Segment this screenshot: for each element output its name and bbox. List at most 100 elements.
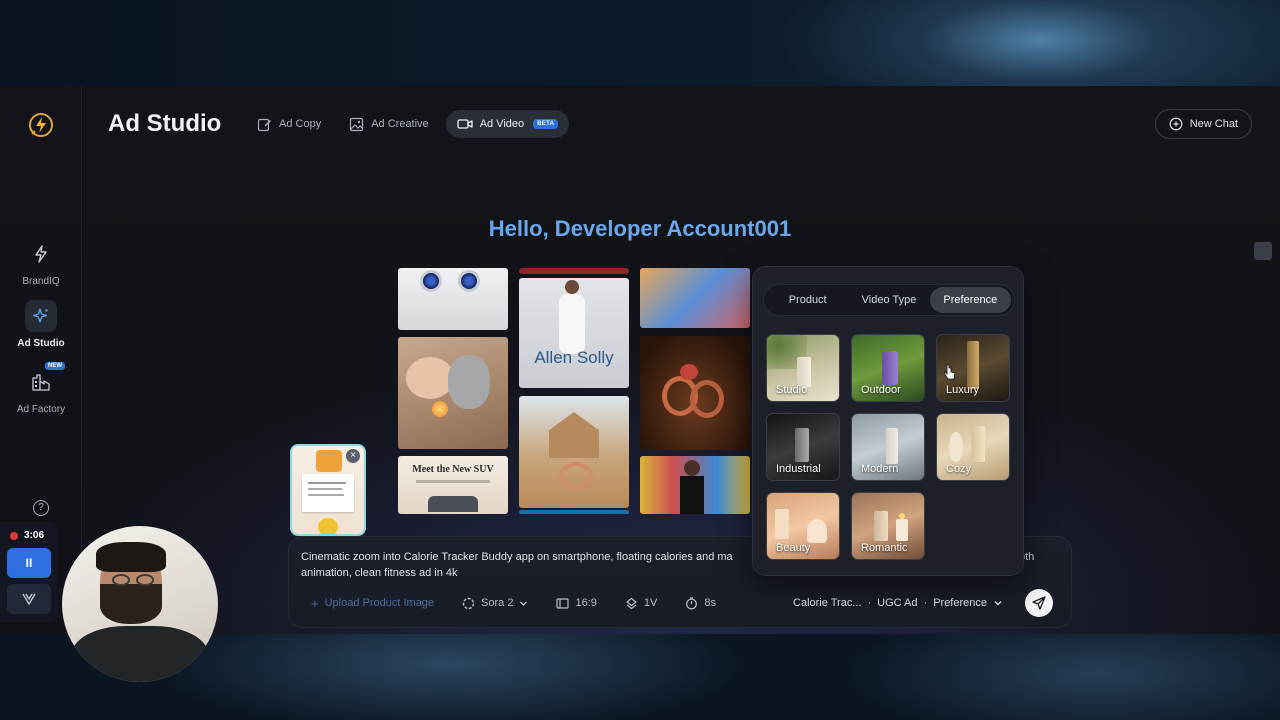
tab-label: Ad Creative — [371, 118, 429, 130]
chevron-down-icon — [994, 601, 1002, 606]
tab-label: Ad Video — [479, 118, 525, 130]
screen-recorder-widget: 3:06 II — [0, 522, 58, 622]
new-chat-button[interactable]: New Chat — [1154, 109, 1252, 139]
brand-logo-icon[interactable] — [26, 110, 56, 140]
help-icon[interactable]: ? — [33, 500, 49, 516]
video-count-label: 1V — [643, 597, 658, 609]
preference-option-industrial[interactable]: Industrial — [766, 413, 840, 481]
suv-ad-title: Meet the New SUV — [412, 464, 494, 475]
chevron-down-icon — [520, 601, 528, 606]
emoji-icon — [318, 518, 338, 534]
prompt-toolbar: + Upload Product Image Sora 2 16:9 1V 8s — [301, 589, 1059, 617]
allen-solly-brand-text: Allen Solly — [534, 348, 614, 367]
new-chat-icon — [1169, 117, 1183, 131]
gallery-tile-colorful[interactable] — [640, 268, 750, 328]
summary-video-type: UGC Ad — [877, 597, 918, 609]
uploaded-preview-card[interactable]: × — [290, 444, 366, 536]
record-dot-icon — [10, 531, 18, 540]
option-label: Studio — [776, 384, 808, 396]
preference-option-cozy[interactable]: Cozy — [936, 413, 1010, 481]
option-label: Luxury — [946, 384, 980, 396]
video-count-selector[interactable]: 1V — [615, 590, 667, 616]
tab-ad-video[interactable]: Ad Video BETA — [445, 110, 570, 138]
bolt-icon — [25, 238, 57, 270]
sidebar-item-brandiq[interactable]: BrandIQ — [0, 238, 82, 287]
duration-selector[interactable]: 8s — [675, 590, 726, 616]
popup-tab-video-type[interactable]: Video Type — [848, 287, 929, 313]
cursor-pointer-icon — [943, 364, 956, 380]
option-label: Beauty — [776, 542, 811, 554]
greeting-heading: Hello, Developer Account001 — [488, 216, 792, 241]
send-button[interactable] — [1025, 589, 1053, 617]
popup-tab-preference[interactable]: Preference — [929, 287, 1011, 313]
image-icon — [350, 117, 364, 131]
new-chat-label: New Chat — [1189, 118, 1238, 130]
stack-icon — [626, 597, 637, 609]
preference-option-modern[interactable]: Modern — [851, 413, 925, 481]
preference-popup: Product Video Type Preference Studio Out… — [752, 266, 1024, 576]
mode-tabs: Ad Copy Ad Creative Ad Video BETA — [246, 110, 570, 138]
edit-icon — [257, 118, 271, 131]
page-title: Ad Studio — [108, 110, 222, 137]
close-icon[interactable]: × — [346, 449, 360, 463]
summary-preference: Preference — [933, 597, 987, 609]
gallery-tile-rings[interactable] — [640, 336, 750, 450]
option-label: Industrial — [776, 463, 821, 475]
preference-option-beauty[interactable]: Beauty — [766, 492, 840, 560]
recording-timer: 3:06 — [10, 530, 44, 541]
model-label: Sora 2 — [481, 597, 514, 609]
envelope-icon — [316, 450, 342, 472]
aspect-ratio-label: 16:9 — [575, 597, 597, 609]
option-label: Outdoor — [861, 384, 901, 396]
collapse-icon[interactable] — [1254, 242, 1272, 260]
recorder-menu-button[interactable] — [7, 584, 51, 614]
gallery-tile-earrings[interactable] — [398, 268, 508, 330]
preference-option-studio[interactable]: Studio — [766, 334, 840, 402]
settings-summary[interactable]: Calorie Trac... · UGC Ad · Preference — [793, 589, 1059, 617]
summary-separator: · — [923, 597, 928, 609]
tab-ad-copy[interactable]: Ad Copy — [246, 110, 332, 138]
gallery-tile-suv[interactable]: Meet the New SUV — [398, 456, 508, 514]
desktop-background-top — [0, 0, 1280, 86]
sidebar-item-label: Ad Studio — [17, 338, 65, 349]
sidebar-item-ad-factory[interactable]: NEW Ad Factory — [0, 362, 82, 415]
aspect-ratio-selector[interactable]: 16:9 — [546, 590, 606, 616]
sidebar-item-ad-studio[interactable]: Ad Studio — [0, 300, 82, 349]
gallery-tile-temple-ring[interactable] — [519, 396, 629, 508]
new-badge: NEW — [45, 362, 65, 370]
summary-product: Calorie Trac... — [793, 597, 862, 609]
tab-label: Ad Copy — [279, 118, 322, 130]
pause-recording-button[interactable]: II — [7, 548, 51, 578]
sparkle-icon — [25, 300, 57, 332]
beta-badge: BETA — [533, 119, 559, 129]
upload-label: Upload Product Image — [324, 597, 435, 609]
gallery-tile-red-top[interactable] — [519, 268, 629, 274]
gallery-tile-woman-dress[interactable] — [640, 456, 750, 514]
webcam-overlay — [62, 526, 218, 682]
upload-product-image-button[interactable]: + Upload Product Image — [301, 590, 444, 616]
plus-icon: + — [311, 595, 319, 611]
option-label: Romantic — [861, 542, 908, 554]
popup-tab-product[interactable]: Product — [767, 287, 848, 313]
model-selector[interactable]: Sora 2 — [452, 590, 538, 616]
preference-option-outdoor[interactable]: Outdoor — [851, 334, 925, 402]
send-icon — [1032, 596, 1046, 610]
option-label: Modern — [861, 463, 899, 475]
aspect-ratio-icon — [556, 597, 570, 609]
preference-option-luxury[interactable]: Luxury — [936, 334, 1010, 402]
openai-icon — [462, 597, 475, 609]
preference-option-romantic[interactable]: Romantic — [851, 492, 925, 560]
popup-tabs: Product Video Type Preference — [763, 284, 1015, 316]
gallery-tile-allen-solly[interactable]: Allen Solly — [519, 278, 629, 388]
gallery-tile-baby[interactable] — [398, 337, 508, 449]
video-icon — [457, 119, 473, 129]
gallery-tile-bottom-strip[interactable] — [519, 510, 629, 514]
timer-icon — [686, 596, 698, 609]
prompt-text-line1: Cinematic zoom into Calorie Tracker Budd… — [301, 551, 733, 563]
shield-icon — [22, 593, 36, 605]
recording-time: 3:06 — [24, 530, 45, 541]
summary-separator: · — [867, 597, 872, 609]
tab-ad-creative[interactable]: Ad Creative — [338, 110, 439, 138]
sidebar-item-label: Ad Factory — [16, 404, 66, 415]
factory-icon: NEW — [25, 362, 65, 398]
